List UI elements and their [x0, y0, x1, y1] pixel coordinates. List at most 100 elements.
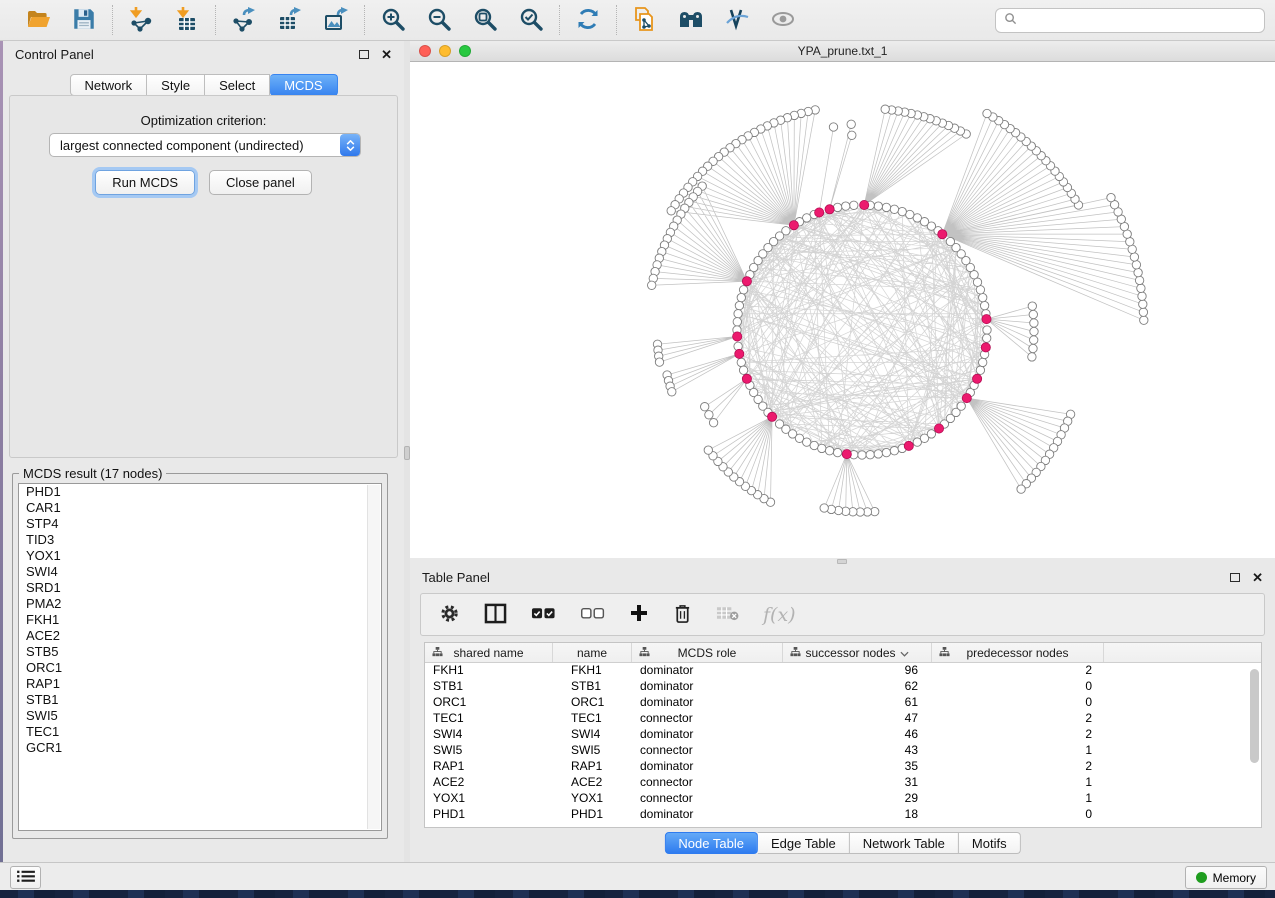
import-network-button[interactable] — [125, 4, 157, 36]
minimize-window-icon[interactable] — [439, 45, 451, 57]
table-cell: 62 — [783, 679, 932, 695]
table-row[interactable]: YOX1YOX1connector291 — [425, 791, 1261, 807]
run-mcds-button[interactable]: Run MCDS — [95, 170, 195, 195]
zoom-in-button[interactable] — [377, 4, 409, 36]
tab-node-table[interactable]: Node Table — [664, 832, 758, 854]
zoom-selected-button[interactable] — [515, 4, 547, 36]
close-window-icon[interactable] — [419, 45, 431, 57]
mcds-result-node[interactable]: STB1 — [19, 692, 381, 708]
mcds-result-node[interactable]: SRD1 — [19, 580, 381, 596]
export-image-button[interactable] — [320, 4, 352, 36]
mcds-result-node[interactable]: ACE2 — [19, 628, 381, 644]
zoom-fit-button[interactable] — [469, 4, 501, 36]
table-cell: connector — [632, 711, 783, 727]
mcds-result-node[interactable]: SWI4 — [19, 564, 381, 580]
column-header-shared-name[interactable]: shared name — [425, 643, 553, 662]
tab-network-table[interactable]: Network Table — [850, 832, 959, 854]
tab-edge-table[interactable]: Edge Table — [758, 832, 850, 854]
zoom-out-button[interactable] — [423, 4, 455, 36]
delete-column-button[interactable] — [673, 602, 692, 628]
mcds-result-node[interactable]: PMA2 — [19, 596, 381, 612]
import-table-button[interactable] — [171, 4, 203, 36]
network-window-titlebar[interactable]: YPA_prune.txt_1 — [410, 41, 1275, 62]
tab-select[interactable]: Select — [205, 74, 270, 96]
table-cell: dominator — [632, 727, 783, 743]
optimization-criterion-label: Optimization criterion: — [10, 113, 397, 128]
table-cell: 46 — [783, 727, 932, 743]
mcds-result-node[interactable]: TID3 — [19, 532, 381, 548]
table-row[interactable]: ORC1ORC1dominator610 — [425, 695, 1261, 711]
zoom-fit-icon — [472, 6, 498, 35]
main-toolbar — [0, 0, 1275, 41]
mcds-result-node[interactable]: YOX1 — [19, 548, 381, 564]
table-row[interactable]: SWI5SWI5connector431 — [425, 743, 1261, 759]
deselect-all-button[interactable] — [580, 602, 605, 628]
select-all-button[interactable] — [531, 602, 556, 628]
mcds-result-node[interactable]: TEC1 — [19, 724, 381, 740]
table-row[interactable]: FKH1FKH1dominator962 — [425, 663, 1261, 679]
table-row[interactable]: STB1STB1dominator620 — [425, 679, 1261, 695]
show-graphics-details-button[interactable] — [721, 4, 753, 36]
mcds-result-node[interactable]: PHD1 — [19, 484, 381, 500]
table-settings-button[interactable] — [439, 602, 460, 628]
float-panel-icon[interactable] — [359, 50, 369, 59]
mcds-result-node[interactable]: STB5 — [19, 644, 381, 660]
table-scrollbar-thumb[interactable] — [1250, 669, 1259, 763]
network-from-selection-button[interactable] — [629, 4, 661, 36]
table-row[interactable]: RAP1RAP1dominator352 — [425, 759, 1261, 775]
save-session-button[interactable] — [68, 4, 100, 36]
column-header-successor-nodes[interactable]: successor nodes — [783, 643, 932, 662]
export-network-icon — [231, 6, 257, 35]
result-list-scrollbar[interactable] — [367, 485, 380, 829]
column-header-predecessor-nodes[interactable]: predecessor nodes — [932, 643, 1104, 662]
table-cell: 18 — [783, 807, 932, 823]
control-panel-header: Control Panel ✕ — [3, 41, 404, 67]
close-panel-icon[interactable]: ✕ — [381, 48, 392, 61]
maximize-window-icon[interactable] — [459, 45, 471, 57]
mcds-result-node[interactable]: CAR1 — [19, 500, 381, 516]
close-panel-icon[interactable]: ✕ — [1252, 571, 1263, 584]
float-panel-icon[interactable] — [1230, 573, 1240, 582]
hierarchy-icon — [432, 647, 443, 661]
mcds-result-list[interactable]: PHD1CAR1STP4TID3YOX1SWI4SRD1PMA2FKH1ACE2… — [18, 483, 382, 831]
table-cell: FKH1 — [553, 663, 632, 679]
memory-button[interactable]: Memory — [1185, 866, 1267, 889]
tab-mcds[interactable]: MCDS — [270, 74, 337, 96]
mcds-result-node[interactable]: ORC1 — [19, 660, 381, 676]
column-header-mcds-role[interactable]: MCDS role — [632, 643, 783, 662]
export-table-button[interactable] — [274, 4, 306, 36]
hierarchy-icon — [939, 647, 950, 661]
table-row[interactable]: TEC1TEC1connector472 — [425, 711, 1261, 727]
tab-motifs[interactable]: Motifs — [959, 832, 1021, 854]
birds-eye-view-button[interactable] — [767, 4, 799, 36]
node-table-body: FKH1FKH1dominator962STB1STB1dominator620… — [425, 663, 1261, 823]
apply-preferred-layout-button[interactable] — [572, 4, 604, 36]
export-network-button[interactable] — [228, 4, 260, 36]
tab-style[interactable]: Style — [147, 74, 205, 96]
mcds-result-node[interactable]: STP4 — [19, 516, 381, 532]
equation-builder-button[interactable]: f(x) — [763, 602, 796, 628]
table-cell: dominator — [632, 695, 783, 711]
network-canvas[interactable] — [410, 62, 1275, 558]
show-panel-list-button[interactable] — [10, 866, 41, 889]
mcds-result-node[interactable]: FKH1 — [19, 612, 381, 628]
table-row[interactable]: SWI4SWI4dominator462 — [425, 727, 1261, 743]
search-input[interactable] — [1022, 13, 1256, 27]
tab-network[interactable]: Network — [69, 74, 147, 96]
first-neighbors-button[interactable] — [675, 4, 707, 36]
close-panel-button[interactable]: Close panel — [209, 170, 312, 195]
mcds-result-node[interactable]: GCR1 — [19, 740, 381, 756]
hierarchy-icon — [790, 647, 801, 661]
table-cell: TEC1 — [553, 711, 632, 727]
optimization-criterion-select[interactable]: largest connected component (undirected) — [49, 133, 361, 157]
show-columns-button[interactable] — [484, 602, 507, 628]
table-row[interactable]: PHD1PHD1dominator180 — [425, 807, 1261, 823]
add-column-button[interactable] — [629, 602, 649, 628]
table-row[interactable]: ACE2ACE2connector311 — [425, 775, 1261, 791]
mcds-result-node[interactable]: RAP1 — [19, 676, 381, 692]
destroy-table-button[interactable] — [716, 602, 739, 628]
mcds-result-node[interactable]: SWI5 — [19, 708, 381, 724]
mcds-result-title: MCDS result (17 nodes) — [19, 466, 166, 481]
column-header-name[interactable]: name — [553, 643, 632, 662]
open-file-button[interactable] — [22, 4, 54, 36]
